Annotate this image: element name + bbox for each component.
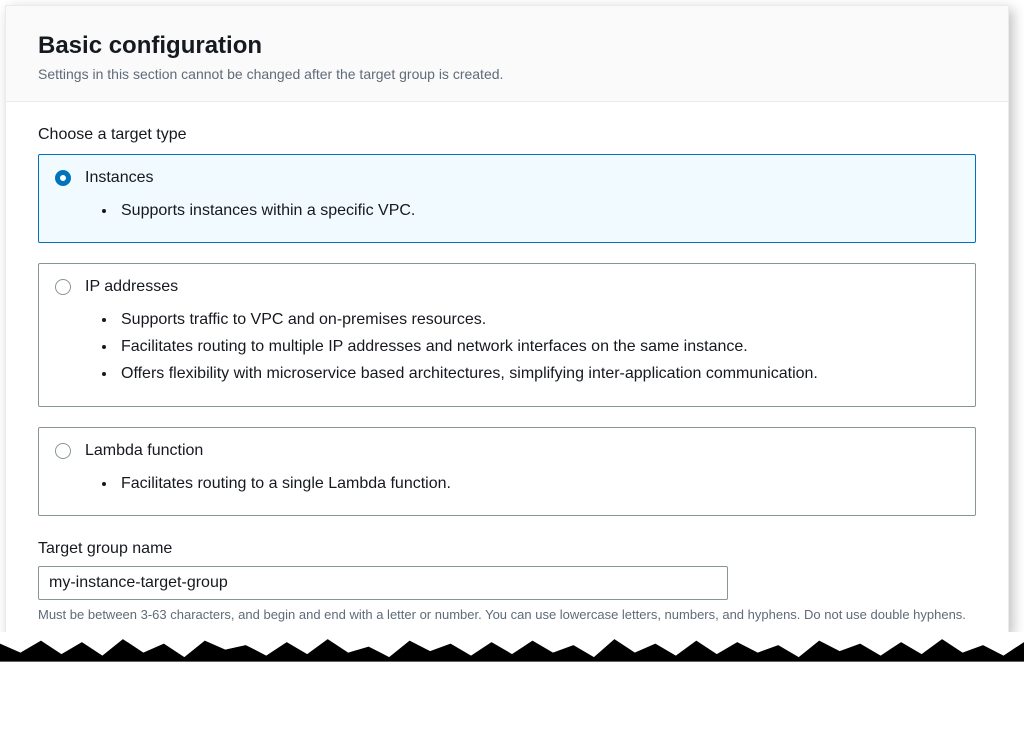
panel-header: Basic configuration Settings in this sec… [6, 6, 1008, 102]
radio-bullets: Supports traffic to VPC and on-premises … [117, 306, 959, 388]
radio-unselected-icon [55, 443, 71, 459]
target-group-name-input[interactable] [38, 566, 728, 600]
radio-bullet: Supports traffic to VPC and on-premises … [117, 306, 959, 333]
torn-edge-decoration [0, 632, 1024, 662]
radio-row: IP addresses [55, 278, 959, 296]
target-type-label: Choose a target type [38, 126, 976, 144]
radio-unselected-icon [55, 279, 71, 295]
radio-bullet: Supports instances within a specific VPC… [117, 197, 959, 224]
radio-bullet: Facilitates routing to a single Lambda f… [117, 470, 959, 497]
panel-subtitle: Settings in this section cannot be chang… [38, 65, 976, 85]
radio-bullets: Facilitates routing to a single Lambda f… [117, 470, 959, 497]
radio-selected-icon [55, 170, 71, 186]
target-type-option-instances[interactable]: Instances Supports instances within a sp… [38, 154, 976, 243]
radio-row: Instances [55, 169, 959, 187]
radio-bullet: Offers flexibility with microservice bas… [117, 360, 959, 387]
radio-row: Lambda function [55, 442, 959, 460]
radio-title: Lambda function [85, 442, 203, 460]
radio-bullet: Facilitates routing to multiple IP addre… [117, 333, 959, 360]
radio-bullets: Supports instances within a specific VPC… [117, 197, 959, 224]
basic-configuration-panel: Basic configuration Settings in this sec… [5, 5, 1009, 634]
panel-title: Basic configuration [38, 30, 976, 61]
panel-body: Choose a target type Instances Supports … [6, 102, 1008, 633]
radio-title: IP addresses [85, 278, 178, 296]
target-group-name-hint: Must be between 3-63 characters, and beg… [38, 606, 976, 625]
target-group-name-label: Target group name [38, 540, 976, 558]
target-type-option-ip-addresses[interactable]: IP addresses Supports traffic to VPC and… [38, 263, 976, 407]
target-type-option-lambda-function[interactable]: Lambda function Facilitates routing to a… [38, 427, 976, 516]
target-group-name-section: Target group name Must be between 3-63 c… [38, 540, 976, 625]
radio-title: Instances [85, 169, 153, 187]
